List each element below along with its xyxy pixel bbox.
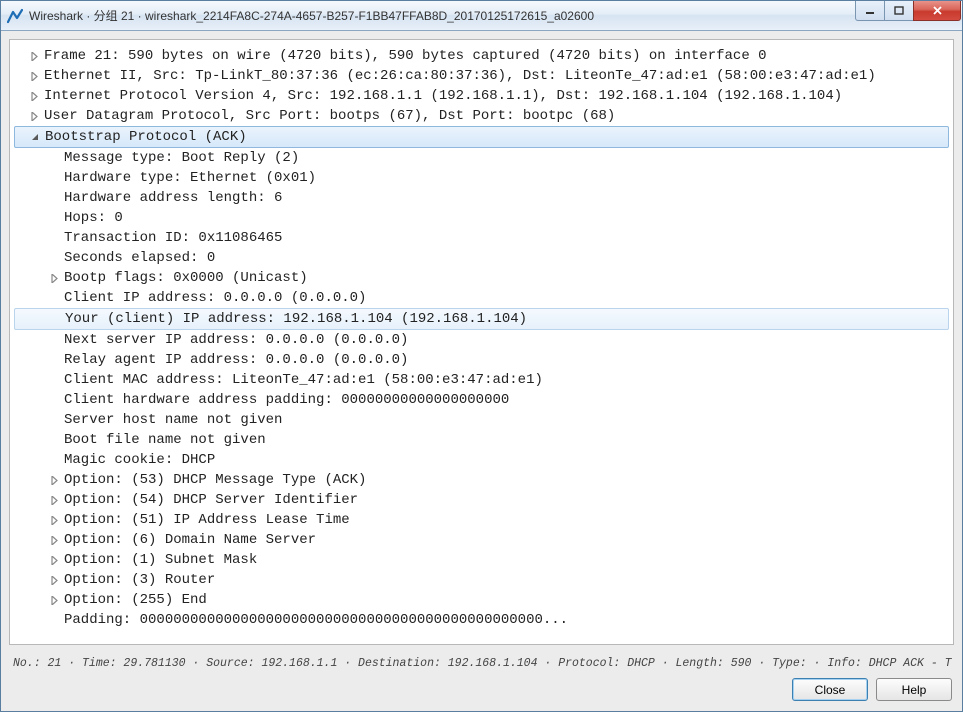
tree-row-label: Your (client) IP address: 192.168.1.104 … — [65, 309, 527, 329]
close-button-label: Close — [815, 683, 846, 697]
tree-row-label: Hardware type: Ethernet (0x01) — [64, 168, 316, 188]
help-button-label: Help — [902, 683, 927, 697]
status-line: No.: 21 · Time: 29.781130 · Source: 192.… — [11, 653, 952, 678]
tree-row-label: Hardware address length: 6 — [64, 188, 282, 208]
tree-row-label: Option: (53) DHCP Message Type (ACK) — [64, 470, 366, 490]
tree-row-label: Option: (3) Router — [64, 570, 215, 590]
tree-row[interactable]: Boot file name not given — [14, 430, 949, 450]
tree-row[interactable]: Magic cookie: DHCP — [14, 450, 949, 470]
tree-row[interactable]: Ethernet II, Src: Tp-LinkT_80:37:36 (ec:… — [14, 66, 949, 86]
tree-row-label: Boot file name not given — [64, 430, 266, 450]
tree-row-label: Option: (1) Subnet Mask — [64, 550, 257, 570]
packet-details-panel[interactable]: Frame 21: 590 bytes on wire (4720 bits),… — [9, 39, 954, 645]
expand-icon[interactable] — [48, 554, 60, 566]
tree-row-label: Seconds elapsed: 0 — [64, 248, 215, 268]
expand-icon[interactable] — [28, 70, 40, 82]
tree-row[interactable]: Hardware address length: 6 — [14, 188, 949, 208]
tree-row[interactable]: Server host name not given — [14, 410, 949, 430]
tree-row-label: Next server IP address: 0.0.0.0 (0.0.0.0… — [64, 330, 408, 350]
tree-row[interactable]: Bootp flags: 0x0000 (Unicast) — [14, 268, 949, 288]
tree-row[interactable]: Client IP address: 0.0.0.0 (0.0.0.0) — [14, 288, 949, 308]
close-window-button[interactable] — [913, 1, 961, 21]
tree-row-label: Internet Protocol Version 4, Src: 192.16… — [44, 86, 842, 106]
tree-row[interactable]: Message type: Boot Reply (2) — [14, 148, 949, 168]
minimize-button[interactable] — [855, 1, 885, 21]
expand-icon[interactable] — [48, 474, 60, 486]
tree-row-label: Ethernet II, Src: Tp-LinkT_80:37:36 (ec:… — [44, 66, 876, 86]
tree-row[interactable]: Option: (54) DHCP Server Identifier — [14, 490, 949, 510]
expand-icon[interactable] — [48, 574, 60, 586]
expand-icon[interactable] — [48, 534, 60, 546]
tree-row-label: Option: (54) DHCP Server Identifier — [64, 490, 358, 510]
collapse-icon[interactable] — [29, 131, 41, 143]
expand-icon[interactable] — [48, 272, 60, 284]
window-title: Wireshark · 分组 21 · wireshark_2214FA8C-2… — [29, 7, 856, 24]
tree-row-label: Option: (255) End — [64, 590, 207, 610]
tree-row[interactable]: Option: (6) Domain Name Server — [14, 530, 949, 550]
tree-row-label: Hops: 0 — [64, 208, 123, 228]
tree-row-label: Message type: Boot Reply (2) — [64, 148, 299, 168]
window-controls — [856, 1, 961, 21]
button-row: Close Help — [11, 678, 952, 701]
tree-row[interactable]: Bootstrap Protocol (ACK) — [14, 126, 949, 148]
tree-row[interactable]: Relay agent IP address: 0.0.0.0 (0.0.0.0… — [14, 350, 949, 370]
expand-icon[interactable] — [28, 90, 40, 102]
main-window: Wireshark · 分组 21 · wireshark_2214FA8C-2… — [0, 0, 963, 712]
tree-row-label: Server host name not given — [64, 410, 282, 430]
expand-icon[interactable] — [48, 514, 60, 526]
tree-row[interactable]: Internet Protocol Version 4, Src: 192.16… — [14, 86, 949, 106]
tree-row-label: Client MAC address: LiteonTe_47:ad:e1 (5… — [64, 370, 543, 390]
tree-row[interactable]: Transaction ID: 0x11086465 — [14, 228, 949, 248]
tree-row-label: Frame 21: 590 bytes on wire (4720 bits),… — [44, 46, 767, 66]
tree-row[interactable]: Your (client) IP address: 192.168.1.104 … — [14, 308, 949, 330]
tree-row[interactable]: Hops: 0 — [14, 208, 949, 228]
tree-row[interactable]: Option: (255) End — [14, 590, 949, 610]
tree-row-label: Magic cookie: DHCP — [64, 450, 215, 470]
tree-row-label: Option: (51) IP Address Lease Time — [64, 510, 350, 530]
expand-icon[interactable] — [28, 110, 40, 122]
tree-row-label: Client IP address: 0.0.0.0 (0.0.0.0) — [64, 288, 366, 308]
tree-row-label: User Datagram Protocol, Src Port: bootps… — [44, 106, 615, 126]
tree-row-label: Padding: 0000000000000000000000000000000… — [64, 610, 568, 630]
titlebar[interactable]: Wireshark · 分组 21 · wireshark_2214FA8C-2… — [1, 1, 962, 31]
tree-row[interactable]: Option: (3) Router — [14, 570, 949, 590]
tree-row-label: Option: (6) Domain Name Server — [64, 530, 316, 550]
tree-row[interactable]: User Datagram Protocol, Src Port: bootps… — [14, 106, 949, 126]
maximize-button[interactable] — [884, 1, 914, 21]
tree-row[interactable]: Option: (53) DHCP Message Type (ACK) — [14, 470, 949, 490]
tree-row[interactable]: Option: (1) Subnet Mask — [14, 550, 949, 570]
tree-row-label: Transaction ID: 0x11086465 — [64, 228, 282, 248]
tree-row-label: Relay agent IP address: 0.0.0.0 (0.0.0.0… — [64, 350, 408, 370]
tree-row[interactable]: Frame 21: 590 bytes on wire (4720 bits),… — [14, 46, 949, 66]
expand-icon[interactable] — [28, 50, 40, 62]
footer: No.: 21 · Time: 29.781130 · Source: 192.… — [1, 653, 962, 711]
tree-row[interactable]: Client hardware address padding: 0000000… — [14, 390, 949, 410]
wireshark-icon — [7, 8, 23, 24]
protocol-tree: Frame 21: 590 bytes on wire (4720 bits),… — [14, 46, 949, 630]
tree-row[interactable]: Seconds elapsed: 0 — [14, 248, 949, 268]
tree-row[interactable]: Padding: 0000000000000000000000000000000… — [14, 610, 949, 630]
expand-icon[interactable] — [48, 594, 60, 606]
expand-icon[interactable] — [48, 494, 60, 506]
close-button[interactable]: Close — [792, 678, 868, 701]
help-button[interactable]: Help — [876, 678, 952, 701]
tree-row[interactable]: Hardware type: Ethernet (0x01) — [14, 168, 949, 188]
tree-row-label: Client hardware address padding: 0000000… — [64, 390, 509, 410]
tree-row[interactable]: Option: (51) IP Address Lease Time — [14, 510, 949, 530]
tree-row-label: Bootstrap Protocol (ACK) — [45, 127, 247, 147]
tree-row[interactable]: Next server IP address: 0.0.0.0 (0.0.0.0… — [14, 330, 949, 350]
tree-row[interactable]: Client MAC address: LiteonTe_47:ad:e1 (5… — [14, 370, 949, 390]
tree-row-label: Bootp flags: 0x0000 (Unicast) — [64, 268, 308, 288]
